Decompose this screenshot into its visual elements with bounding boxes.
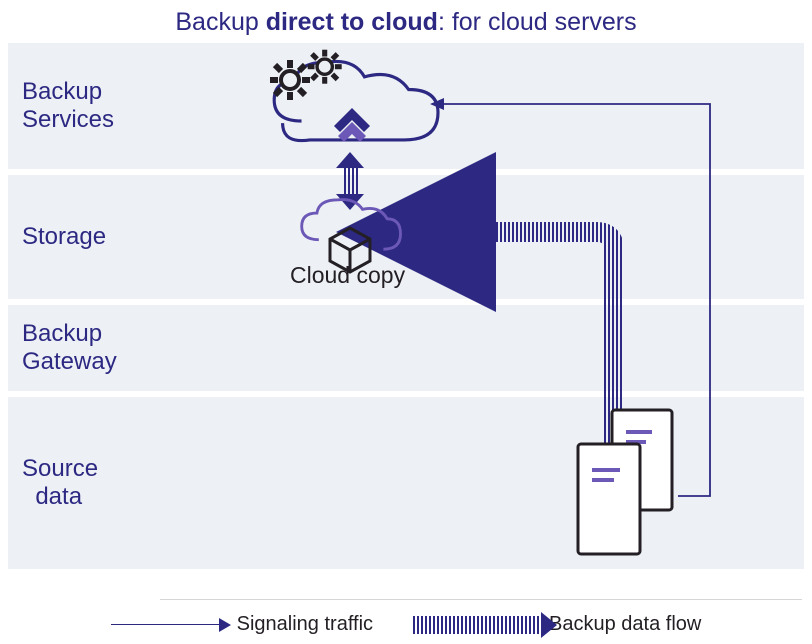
diagram-title: Backup direct to cloud: for cloud server… xyxy=(0,0,812,43)
row-label-source: Source data xyxy=(8,455,98,510)
title-prefix: Backup xyxy=(175,8,265,36)
legend-dataflow: Backup data flow xyxy=(413,613,701,636)
row-source-data: Source data xyxy=(8,397,804,569)
legend-signaling-label: Signaling traffic xyxy=(237,613,373,636)
thick-arrow-icon xyxy=(413,616,543,634)
row-backup-services: Backup Services xyxy=(8,43,804,169)
legend: Signaling traffic Backup data flow xyxy=(0,613,812,636)
legend-signaling: Signaling traffic xyxy=(111,613,373,636)
row-label-services: Backup Services xyxy=(8,78,114,133)
row-label-storage: Storage xyxy=(8,223,106,251)
thin-arrow-icon xyxy=(111,618,231,632)
row-label-gateway: Backup Gateway xyxy=(8,320,117,375)
title-suffix: : for cloud servers xyxy=(438,8,637,36)
diagram-rows: Backup Services Storage Backup Gateway S… xyxy=(0,43,812,569)
footer-divider xyxy=(160,599,802,600)
cloud-copy-label: Cloud copy xyxy=(290,262,405,289)
row-backup-gateway: Backup Gateway xyxy=(8,305,804,391)
legend-dataflow-label: Backup data flow xyxy=(549,613,701,636)
title-bold: direct to cloud xyxy=(266,8,438,36)
row-storage: Storage xyxy=(8,175,804,299)
